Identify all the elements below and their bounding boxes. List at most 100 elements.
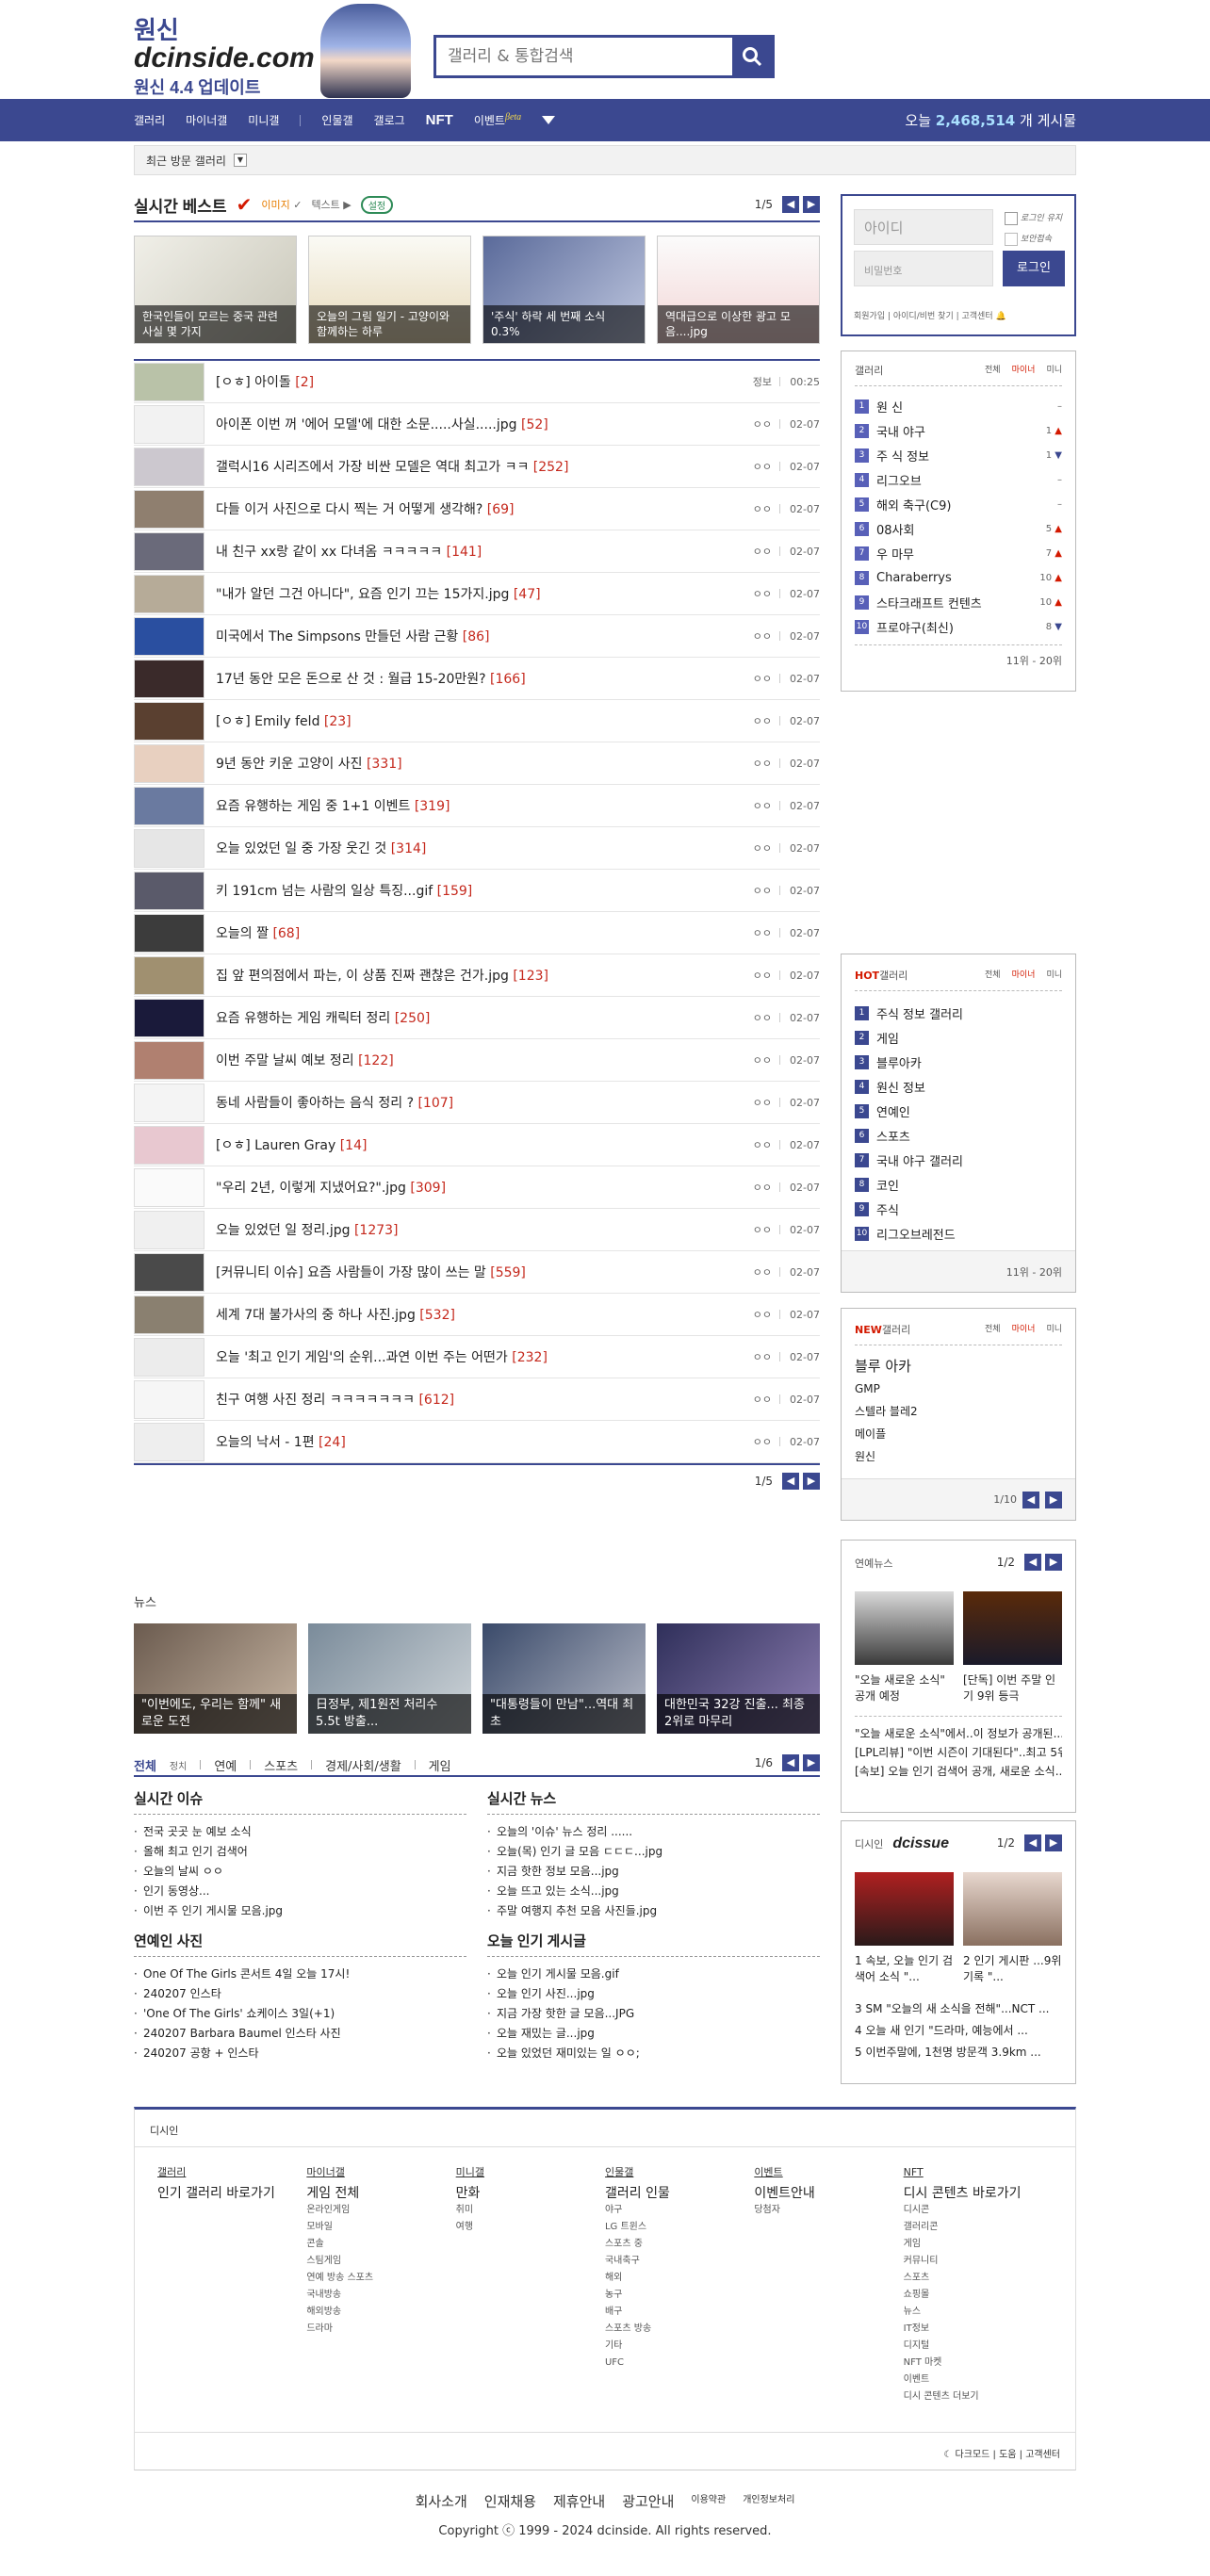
prev-page-button[interactable]: ◀ xyxy=(1022,1491,1039,1508)
footer-link[interactable]: 제휴안내 xyxy=(553,2491,605,2511)
sitemap-link[interactable]: 디시 콘텐츠 더보기 xyxy=(904,2389,1053,2405)
best-thumb[interactable]: 한국인들이 모르는 중국 관련 사실 몇 가지 xyxy=(134,236,297,344)
hot-gallery-item[interactable]: 6 스포츠 xyxy=(855,1123,1062,1148)
gallery-name[interactable]: ㅇㅇ xyxy=(753,671,772,686)
post-title[interactable]: [ㅇㅎ] Emily feld [23] xyxy=(216,711,753,730)
gallery-name[interactable]: ㅇㅇ xyxy=(753,416,772,432)
nav-mini[interactable]: 미니갤 xyxy=(248,112,279,128)
news-list-item[interactable]: 오늘 뜨고 있는 소식...jpg xyxy=(487,1882,820,1901)
new-gallery-item[interactable]: 스텔라 블레2 xyxy=(855,1400,1062,1423)
best-post-row[interactable]: 다들 이거 사진으로 다시 찍는 거 어떻게 생각해? [69] ㅇㅇ 02-0… xyxy=(134,488,820,530)
new-tab-minor[interactable]: 마이너 xyxy=(1012,1322,1036,1337)
new-tab-mini[interactable]: 미니 xyxy=(1046,1322,1062,1337)
news-list-item[interactable]: 주말 여행지 추천 모음 사진들.jpg xyxy=(487,1901,820,1921)
sitemap-link[interactable]: 갤러리 인물 xyxy=(605,2185,754,2202)
issue-caption[interactable]: 1 속보, 오늘 인기 검색어 소식 "... xyxy=(855,1953,954,1985)
site-logo[interactable]: 원신 dcinside.com 원신 4.4 업데이트 xyxy=(134,11,315,99)
gallery-name[interactable]: 정보 xyxy=(753,374,772,389)
news-list-item[interactable]: 240207 Barbara Baumel 인스타 사진 xyxy=(134,2024,466,2044)
ent-news-line[interactable]: [속보] 오늘 인기 검색어 공개, 새로운 소식... xyxy=(855,1762,1062,1781)
sitemap-link[interactable]: 갤러리콘 xyxy=(904,2219,1053,2236)
post-title[interactable]: 오늘 있었던 일 정리.jpg [1273] xyxy=(216,1220,753,1239)
new-gallery-item[interactable]: 메이플 xyxy=(855,1423,1062,1445)
post-thumbnail[interactable] xyxy=(134,531,204,571)
news-list-item[interactable]: 240207 인스타 xyxy=(134,1984,466,2004)
sitemap-link[interactable]: 커뮤니티 xyxy=(904,2253,1053,2270)
issue-caption[interactable]: 2 인기 게시판 ...9위 기록 "... xyxy=(963,1953,1062,1985)
best-post-row[interactable]: 키 191cm 넘는 사람의 일상 특징...gif [159] ㅇㅇ 02-0… xyxy=(134,870,820,912)
post-title[interactable]: 아이폰 이번 꺼 '에어 모델'에 대한 소문.....사실.....jpg [… xyxy=(216,415,753,433)
rank-item[interactable]: 8 Charaberrys 10 ▲ xyxy=(855,565,1062,590)
column-heading[interactable]: 실시간 이슈 xyxy=(134,1788,466,1815)
sitemap-link[interactable]: 스포츠 xyxy=(904,2270,1053,2287)
prev-page-button[interactable]: ◀ xyxy=(1024,1834,1041,1851)
sitemap-link[interactable]: 취미 xyxy=(456,2202,605,2219)
news-list-item[interactable]: 인기 동영상... xyxy=(134,1882,466,1901)
sitemap-link[interactable]: 디시 콘텐츠 바로가기 xyxy=(904,2185,1053,2202)
gallery-name[interactable]: ㅇㅇ xyxy=(753,1010,772,1025)
search-input[interactable] xyxy=(436,38,732,75)
post-thumbnail[interactable] xyxy=(134,1295,204,1334)
news-thumb[interactable]: "이번에도, 우리는 함께" 새로운 도전 xyxy=(134,1623,297,1734)
post-title[interactable]: 친구 여행 사진 정리 ㅋㅋㅋㅋㅋㅋㅋ [612] xyxy=(216,1390,753,1409)
sitemap-link[interactable]: 국내축구 xyxy=(605,2253,754,2270)
hot-gallery-item[interactable]: 9 주식 xyxy=(855,1197,1062,1221)
hot-gallery-item[interactable]: 10 리그오브레전드 xyxy=(855,1221,1062,1246)
best-post-row[interactable]: 미국에서 The Simpsons 만들던 사람 근황 [86] ㅇㅇ 02-0… xyxy=(134,615,820,658)
footer-utility[interactable]: ☾ 다크모드 | 도움 | 고객센터 xyxy=(135,2432,1075,2470)
issue-line[interactable]: 5 이번주말에, 1천명 방문객 3.9km ... xyxy=(855,2042,1062,2063)
issue-thumb[interactable] xyxy=(963,1872,1062,1946)
column-heading[interactable]: 실시간 뉴스 xyxy=(487,1788,820,1815)
tab-all[interactable]: 전체 xyxy=(134,1756,156,1774)
post-title[interactable]: 집 앞 편의점에서 파는, 이 상품 진짜 괜찮은 건가.jpg [123] xyxy=(216,966,753,985)
issue-thumb[interactable] xyxy=(855,1872,954,1946)
gallery-name[interactable]: ㅇㅇ xyxy=(753,883,772,898)
sitemap-link[interactable]: 연예 방송 스포츠 xyxy=(306,2270,455,2287)
prev-page-button[interactable]: ◀ xyxy=(782,196,799,213)
best-post-row[interactable]: 오늘 있었던 일 중 가장 웃긴 것 [314] ㅇㅇ 02-07 xyxy=(134,827,820,870)
hot-tab-all[interactable]: 전체 xyxy=(985,968,1001,983)
footer-link[interactable]: 이용약관 xyxy=(691,2491,726,2511)
rank-item[interactable]: 4 리그오브 – xyxy=(855,467,1062,492)
gallery-name[interactable]: ㅇㅇ xyxy=(753,713,772,728)
post-title[interactable]: 요즘 유행하는 게임 캐릭터 정리 [250] xyxy=(216,1008,753,1027)
best-post-row[interactable]: "내가 알던 그건 아니다", 요즘 인기 끄는 15가지.jpg [47] ㅇ… xyxy=(134,573,820,615)
login-links[interactable]: 회원가입 | 아이디/비번 찾기 | 고객센터 🔔 xyxy=(854,309,1006,321)
rank-item[interactable]: 2 국내 야구 1 ▲ xyxy=(855,418,1062,443)
post-thumbnail[interactable] xyxy=(134,404,204,444)
post-title[interactable]: [ㅇㅎ] 아이돌 [2] xyxy=(216,372,753,391)
tab-sports[interactable]: 스포츠 xyxy=(264,1756,298,1774)
column-heading[interactable]: 오늘 인기 게시글 xyxy=(487,1931,820,1957)
post-title[interactable]: [ㅇㅎ] Lauren Gray [14] xyxy=(216,1135,753,1154)
best-thumb[interactable]: 역대급으로 이상한 광고 모음....jpg xyxy=(657,236,820,344)
post-thumbnail[interactable] xyxy=(134,871,204,910)
prev-page-button[interactable]: ◀ xyxy=(782,1754,799,1771)
news-thumb[interactable]: 日정부, 제1원전 처리수 5.5t 방출... xyxy=(308,1623,471,1734)
gallery-name[interactable]: ㅇㅇ xyxy=(753,756,772,771)
best-post-row[interactable]: "우리 2년, 이렇게 지냈어요?".jpg [309] ㅇㅇ 02-07 xyxy=(134,1166,820,1209)
news-list-item[interactable]: 오늘(목) 인기 글 모음 ㄷㄷㄷ...jpg xyxy=(487,1842,820,1862)
hot-gallery-item[interactable]: 1 주식 정보 갤러리 xyxy=(855,1001,1062,1025)
post-title[interactable]: 내 친구 xx랑 같이 xx 다녀옴 ㅋㅋㅋㅋㅋ [141] xyxy=(216,542,753,561)
ent-news-line[interactable]: "오늘 새로운 소식"에서..이 정보가 공개된... xyxy=(855,1724,1062,1743)
sitemap-link[interactable]: 스포츠 방송 xyxy=(605,2321,754,2338)
sitemap-link[interactable]: NFT 마켓 xyxy=(904,2355,1053,2372)
nav-minor[interactable]: 마이너갤 xyxy=(186,112,227,128)
rank-item[interactable]: 3 주 식 정보 1 ▼ xyxy=(855,443,1062,467)
post-title[interactable]: 미국에서 The Simpsons 만들던 사람 근황 [86] xyxy=(216,627,753,645)
hot-gallery-item[interactable]: 8 코인 xyxy=(855,1172,1062,1197)
secure-login-toggle[interactable]: 보안접속 xyxy=(1005,232,1052,246)
ent-thumb[interactable] xyxy=(855,1591,954,1665)
news-thumb[interactable]: "대통령들이 만남"...역대 최초 xyxy=(482,1623,646,1734)
post-thumbnail[interactable] xyxy=(134,659,204,698)
sitemap-link[interactable]: 뉴스 xyxy=(904,2304,1053,2321)
gallery-name[interactable]: ㅇㅇ xyxy=(753,1349,772,1364)
sitemap-link[interactable]: 디시콘 xyxy=(904,2202,1053,2219)
rank-item[interactable]: 5 해외 축구(C9) – xyxy=(855,492,1062,516)
view-option-image[interactable]: 이미지 ✓ xyxy=(261,197,302,212)
post-thumbnail[interactable] xyxy=(134,362,204,401)
best-post-row[interactable]: 동네 사람들이 좋아하는 음식 정리 ? [107] ㅇㅇ 02-07 xyxy=(134,1082,820,1124)
sitemap-link[interactable]: 쇼핑몰 xyxy=(904,2287,1053,2304)
best-thumb[interactable]: '주식' 하락 세 번째 소식 0.3% xyxy=(482,236,646,344)
nav-person[interactable]: 인물갤 xyxy=(321,112,352,128)
